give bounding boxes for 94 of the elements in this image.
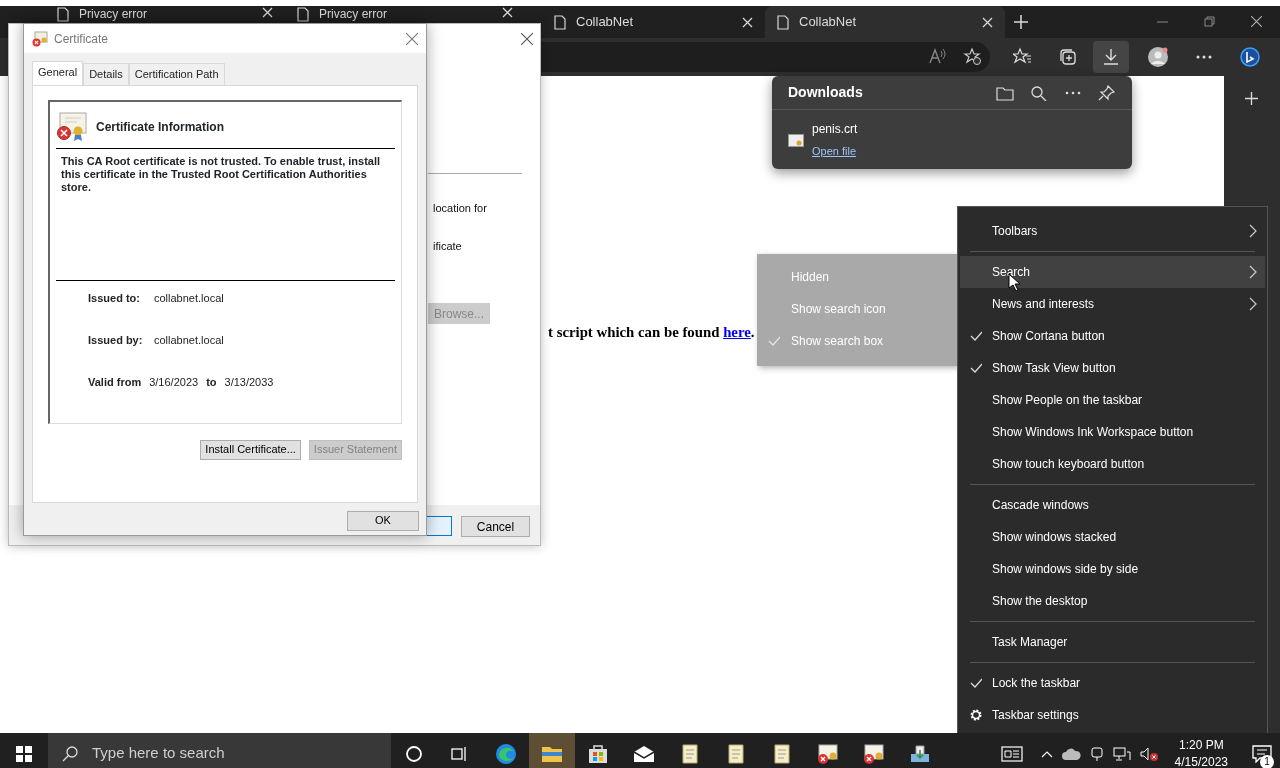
chat-logo-icon[interactable] [1240, 47, 1260, 67]
menu-item[interactable]: Search [960, 256, 1265, 288]
close-icon[interactable] [1251, 16, 1262, 27]
favorite-add-icon[interactable] [963, 47, 983, 67]
browser-icon [494, 741, 518, 766]
chevron-icon [1249, 224, 1257, 238]
dialog-tab[interactable]: Certification Path [128, 63, 225, 85]
restore-icon[interactable] [1204, 16, 1215, 27]
pin-icon[interactable] [1098, 84, 1116, 101]
search-placeholder: Type here to search [92, 743, 225, 764]
section-heading: Certificate Information [96, 118, 224, 136]
trust-message: This CA Root certificate is not trusted. To enable trust, install this certificate in the Trusted Root Certification Authorities store. [60, 154, 382, 194]
profile-avatar[interactable] [1148, 47, 1168, 67]
menu-label: Show search icon [791, 301, 886, 318]
search-icon [62, 745, 78, 762]
downloads-button[interactable] [1093, 41, 1129, 73]
page-text: t script which can be found here. [548, 323, 755, 342]
clock-date: 4/15/2023 [1174, 753, 1228, 768]
folder-icon[interactable] [996, 84, 1014, 101]
menu-item[interactable]: Show Cortana button [960, 320, 1265, 352]
field-label: to [206, 374, 217, 390]
browser-tab[interactable]: CollabNet [765, 6, 1005, 38]
field-label: Issued by: [88, 332, 144, 348]
chevron-up-icon[interactable] [1040, 749, 1053, 758]
menu-item[interactable]: Show windows stacked [960, 521, 1265, 553]
file-name: penis.crt [812, 121, 858, 138]
menu-item[interactable]: Show Task View button [960, 352, 1265, 384]
add-icon[interactable] [1245, 92, 1258, 105]
browser-tab[interactable]: Privacy error [285, 6, 525, 22]
certificate-error-icon [56, 111, 88, 142]
network-icon[interactable] [1112, 745, 1131, 762]
notification-count: 1 [1260, 754, 1274, 768]
menu-item[interactable]: Show touch keyboard button [960, 448, 1265, 480]
page-icon [57, 7, 69, 22]
menu-item[interactable]: Task Manager [960, 626, 1265, 658]
panel-title: Downloads [788, 83, 864, 102]
page-icon [777, 14, 789, 30]
dialog-tab[interactable]: Details [83, 63, 129, 85]
tab-title: Privacy error [79, 7, 148, 21]
collections-icon[interactable] [1058, 47, 1078, 67]
search-icon[interactable] [1030, 84, 1048, 101]
clock-time: 1:20 PM [1177, 736, 1225, 754]
instruction-text: location for [433, 201, 487, 216]
menu-item[interactable]: Show windows side by side [960, 553, 1265, 585]
chevron-icon [1249, 297, 1257, 311]
field-label: Issued to: [88, 290, 141, 306]
circle-icon[interactable] [405, 744, 423, 763]
date-value: 3/16/2023 [149, 374, 199, 390]
task-view-icon[interactable] [451, 744, 469, 763]
certificate-error-icon [816, 741, 840, 766]
ok-button[interactable]: OK [347, 510, 419, 531]
menu-item[interactable]: Show the desktop [960, 585, 1265, 617]
taskbar-search-box[interactable]: Type here to search [48, 733, 391, 768]
field-label: Valid from [88, 374, 142, 390]
dialog-title: Certificate [54, 30, 110, 48]
settings-icon [969, 708, 983, 722]
page-icon [297, 7, 309, 22]
close-icon[interactable] [521, 33, 533, 45]
certificate-error-icon [32, 30, 48, 47]
browser-tab[interactable]: CollabNet [542, 6, 765, 38]
cloud-icon[interactable] [1060, 746, 1081, 761]
news-icon[interactable] [1000, 745, 1023, 762]
field-value: collabnet.local [154, 332, 224, 348]
menu-item[interactable]: Show Windows Ink Workspace button [960, 416, 1265, 448]
date-value: 3/13/2033 [224, 374, 274, 390]
open-file-link[interactable]: Open file [812, 145, 857, 157]
menu-item[interactable]: Toolbars [960, 215, 1265, 247]
install-button[interactable]: Install Certificate... [200, 439, 301, 460]
tab-title: CollabNet [576, 13, 635, 32]
menu-item[interactable]: Lock the taskbar [960, 667, 1265, 699]
menu-item[interactable]: News and interests [960, 288, 1265, 320]
notification-icon[interactable] [1252, 744, 1272, 763]
tab-title: CollabNet [799, 13, 858, 32]
tab-title: Privacy error [319, 7, 388, 21]
instruction-text: ificate [433, 239, 462, 254]
menu-item[interactable]: Taskbar settings [960, 699, 1265, 731]
download-icon [1101, 47, 1121, 67]
chevron-icon [1249, 265, 1257, 279]
here-link[interactable]: here [723, 324, 751, 340]
certificate-error-icon [862, 741, 886, 766]
volume-muted-icon[interactable] [1138, 745, 1159, 762]
windows-logo-icon [16, 745, 32, 762]
menu-label: Hidden [791, 269, 830, 286]
menu-item[interactable]: Show People on the taskbar [960, 384, 1265, 416]
browser-tab[interactable]: Privacy error [45, 6, 285, 22]
menu-label: Show search box [791, 333, 884, 350]
certificate-file-icon [788, 134, 804, 148]
cancel-button[interactable]: Cancel [461, 516, 530, 537]
new-tab-icon[interactable] [1014, 15, 1028, 29]
dialog-tab[interactable]: General [32, 61, 84, 85]
menu-item[interactable]: Cascade windows [960, 489, 1265, 521]
page-icon [554, 14, 566, 30]
dialog-button-edge[interactable] [427, 516, 452, 536]
field-value: collabnet.local [154, 290, 224, 306]
